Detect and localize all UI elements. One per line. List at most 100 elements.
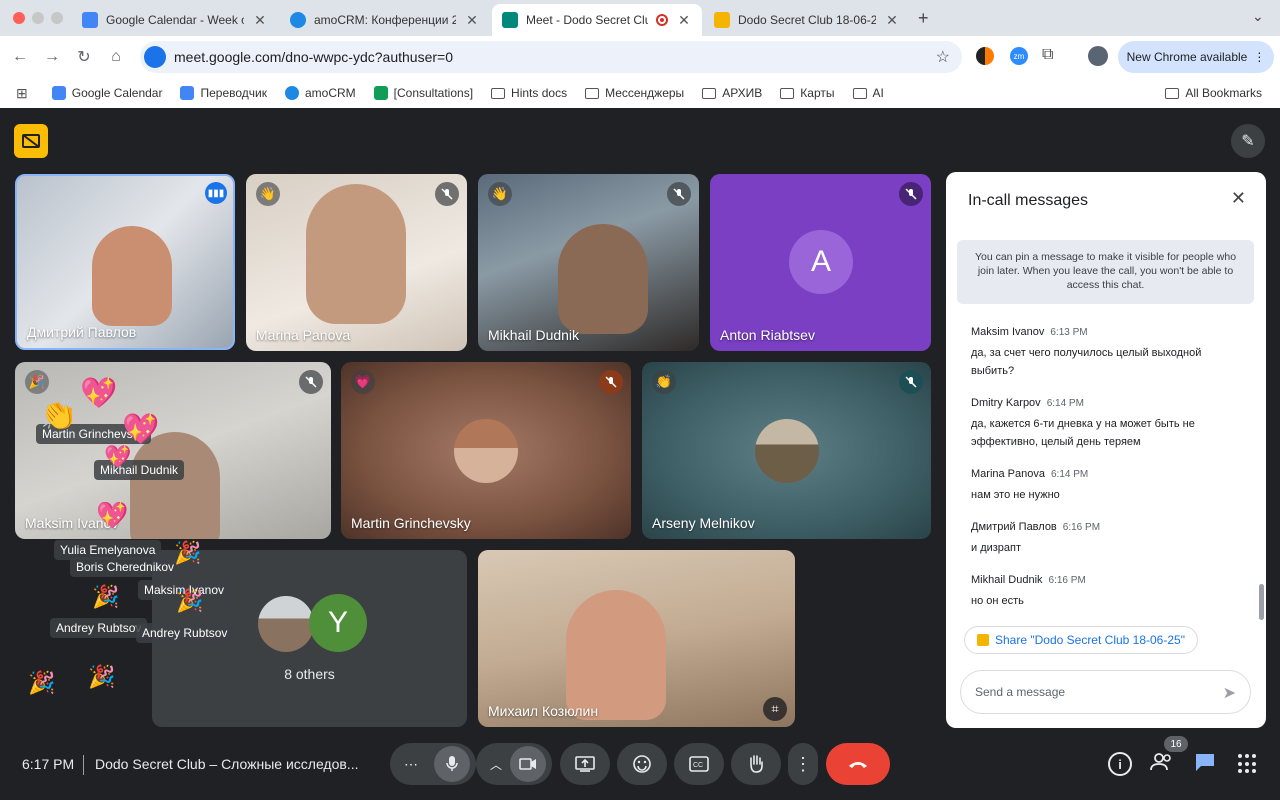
chat-message: Mikhail Dudnik 6:16 PM но он есть [971,574,1086,607]
share-presentation-button[interactable]: Share "Dodo Secret Club 18-06-25" [964,626,1198,654]
crop-icon[interactable]: ⌗ [763,697,787,721]
back-button[interactable]: ← [4,41,36,73]
more-vert-icon: ⋮ [794,753,812,774]
puzzle-icon[interactable]: ⧉ [1042,46,1053,64]
chat-message: Marina Panova 6:14 PM нам это не нужно [971,468,1089,501]
participant-tile-mikhail-k[interactable]: Михаил Козюлин ⌗ [478,550,795,727]
mic-off-icon [899,182,923,206]
mic-off-icon [435,182,459,206]
bookmark-messengers[interactable]: Мессенджеры [585,86,684,100]
chat-panel: In-call messages ✕ You can pin a message… [946,172,1266,728]
home-button[interactable]: ⌂ [100,41,132,73]
bookmark-ai[interactable]: AI [852,86,884,100]
party-reaction-icon: 🎉 [92,584,120,609]
tab-amocrm[interactable]: amoCRM: Конференции 202 ✕ [280,4,490,36]
chat-input[interactable]: Send a message ➤ [960,670,1251,714]
chat-message: Дмитрий Павлов 6:16 PM и дизрапт [971,521,1101,554]
speaking-indicator-icon: ▮▮▮ [205,182,227,204]
hand-reaction-icon: 👏 [652,370,676,394]
pin-notice: You can pin a message to make it visible… [957,240,1254,304]
bookmark-archive[interactable]: АРХИВ [702,86,762,100]
bookmark-hints-docs[interactable]: Hints docs [491,86,567,100]
participant-video [566,590,666,720]
participant-tile-marina[interactable]: 👋 Marina Panova [246,174,467,351]
tab-google-calendar[interactable]: Google Calendar - Week of Ju ✕ [72,4,278,36]
forward-button[interactable]: → [36,41,68,73]
mic-control-group: ⋯ [390,743,476,785]
participant-tile-maksim[interactable]: 🎉 Maksim Ivanov [15,362,331,539]
calendar-icon [82,12,98,28]
bookmark-consultations[interactable]: [Consultations] [373,86,473,100]
all-bookmarks[interactable]: All Bookmarks [1165,86,1262,100]
avatar: A [789,230,853,294]
close-tab-icon[interactable]: ✕ [676,12,692,29]
heart-reaction-icon: 💗 [351,370,375,394]
participant-name: Mikhail Dudnik [488,327,580,343]
present-button[interactable] [560,743,610,785]
address-bar[interactable]: meet.google.com/dno-wwpc-ydc?authuser=0 … [140,41,962,73]
slides-icon [714,12,730,28]
leave-call-button[interactable] [826,743,890,785]
microphone-button[interactable] [434,746,470,782]
amocrm-icon [284,86,299,100]
extension-icon[interactable] [976,47,994,65]
divider [83,755,84,775]
avatar [454,419,518,483]
bookmark-maps[interactable]: Карты [780,86,835,100]
more-options-button[interactable]: ⋮ [788,743,818,785]
profile-avatar[interactable] [1088,46,1108,66]
participant-tile-mikhail[interactable]: 👋 Mikhail Dudnik [478,174,699,351]
chat-message: Dmitry Karpov 6:14 PM да, кажется 6-ти дн… [971,397,1195,448]
bookmark-google-calendar[interactable]: Google Calendar [51,86,162,100]
tab-meet[interactable]: Meet - Dodo Secret Club ✕ [492,4,702,36]
new-chrome-button[interactable]: New Chrome available ⋮ [1118,41,1274,73]
apps-grid-icon[interactable]: ⊞ [16,85,28,102]
tab-search-chevron-icon[interactable]: ⌄ [1252,8,1264,25]
minimize-window-button[interactable] [32,12,44,24]
emoji-reaction-button[interactable] [617,743,667,785]
participant-name: Михаил Козюлин [488,703,599,719]
zoom-extension-icon[interactable]: zm [1010,47,1028,65]
amocrm-icon [290,12,306,28]
raise-hand-button[interactable] [731,743,781,785]
activities-icon[interactable] [1238,754,1258,774]
participant-tile-anton[interactable]: A Anton Riabtsev [710,174,931,351]
camera-button[interactable] [510,746,546,782]
participant-tile-arseny[interactable]: 👏 Arseny Melnikov [642,362,931,539]
chat-button[interactable] [1194,752,1218,776]
chevron-up-icon[interactable]: ︿ [490,756,502,773]
edit-pen-icon[interactable]: ✎ [1231,124,1265,158]
star-icon[interactable]: ☆ [936,47,950,67]
recording-icon [656,14,668,26]
meeting-title[interactable]: Dodo Secret Club – Сложные исследов... [95,756,359,772]
more-mic-options-icon[interactable]: ⋯ [404,756,418,773]
heart-reaction-icon: 💖 [80,377,118,410]
close-tab-icon[interactable]: ✕ [464,12,480,29]
party-reaction-icon: 🎉 [176,588,204,613]
bookmark-amocrm[interactable]: amoCRM [284,86,356,100]
close-tab-icon[interactable]: ✕ [252,12,268,29]
chat-scrollbar[interactable] [1259,584,1264,620]
people-count-badge: 16 [1164,736,1188,752]
new-tab-button[interactable]: + [918,8,929,29]
close-window-button[interactable] [13,12,25,24]
close-tab-icon[interactable]: ✕ [884,12,900,29]
send-icon[interactable]: ➤ [1223,683,1236,703]
meeting-info-icon[interactable]: i [1108,752,1132,776]
svg-text:CC: CC [693,762,703,769]
close-icon[interactable]: ✕ [1231,188,1246,209]
meet-icon [502,12,518,28]
participant-tile-dmitry[interactable]: ▮▮▮ Дмитрий Павлов [15,174,235,350]
participant-tile-martin[interactable]: 💗 Martin Grinchevsky [341,362,631,539]
folder-icon [585,87,600,99]
mic-off-icon [299,370,323,394]
maximize-window-button[interactable] [51,12,63,24]
reload-button[interactable]: ↻ [68,41,100,73]
bookmark-translator[interactable]: Переводчик [180,86,267,100]
tab-slides[interactable]: Dodo Secret Club 18-06-25 ✕ [704,4,910,36]
people-button[interactable] [1150,752,1176,776]
folder-icon [491,87,506,99]
captions-button[interactable]: CC [674,743,724,785]
tab-bar: Google Calendar - Week of Ju ✕ amoCRM: К… [0,0,1280,36]
captions-off-icon[interactable] [14,124,48,158]
